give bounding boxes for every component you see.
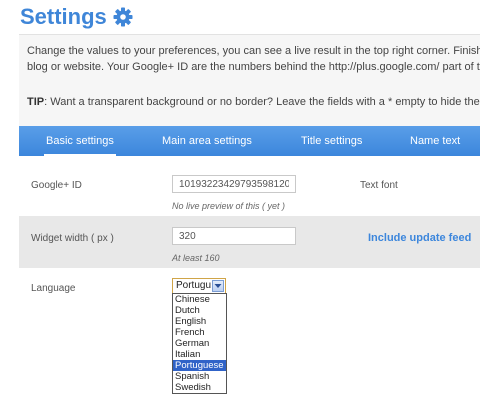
info-line-1: Change the values to your preferences, y… [27,45,480,57]
gear-icon[interactable] [113,7,133,27]
tip-label: TIP [27,96,45,108]
chevron-down-icon[interactable] [212,280,224,292]
language-option-dutch[interactable]: Dutch [173,305,226,316]
google-id-row: Google+ ID No live preview of this ( yet… [19,156,480,216]
google-id-label: Google+ ID [31,180,82,191]
language-option-chinese[interactable]: Chinese [173,294,226,305]
google-id-input[interactable] [172,175,296,193]
settings-tab-bar: Basic settings Main area settings Title … [19,126,480,156]
widget-width-hint: At least 160 [172,253,220,263]
tab-name-text[interactable]: Name text [410,126,460,156]
include-update-feed-link[interactable]: Include update feed [368,232,471,244]
language-option-spanish[interactable]: Spanish [173,371,226,382]
widget-width-label: Widget width ( px ) [31,233,114,244]
language-select-value: Portugu [176,280,212,291]
info-box: Change the values to your preferences, y… [19,34,480,127]
language-option-italian[interactable]: Italian [173,349,226,360]
language-label: Language [31,283,76,294]
tip-line: TIP: Want a transparent background or no… [27,96,480,108]
language-row: Language Portugu Chinese Dutch English F… [19,268,480,409]
page-title: Settings [20,4,107,29]
info-line-2: blog or website. Your Google+ ID are the… [27,61,480,73]
language-option-english[interactable]: English [173,316,226,327]
tip-text: : Want a transparent background or no bo… [44,96,480,108]
tab-title-settings[interactable]: Title settings [301,126,362,156]
info-description: Change the values to your preferences, y… [27,43,480,75]
language-option-swedish[interactable]: Swedish [173,382,226,393]
widget-width-row: Widget width ( px ) At least 160 Include… [19,216,480,268]
page-header: Settings [20,2,133,32]
language-option-portuguese[interactable]: Portuguese [173,360,226,371]
tab-basic-settings[interactable]: Basic settings [44,126,116,156]
settings-panel: Google+ ID No live preview of this ( yet… [19,156,480,409]
language-select[interactable]: Portugu [172,278,226,294]
widget-width-input[interactable] [172,227,296,245]
language-dropdown-list: Chinese Dutch English French German Ital… [172,293,227,394]
language-option-german[interactable]: German [173,338,226,349]
language-option-french[interactable]: French [173,327,226,338]
google-id-hint: No live preview of this ( yet ) [172,201,286,211]
text-font-label: Text font [360,180,398,191]
tab-main-area-settings[interactable]: Main area settings [162,126,252,156]
